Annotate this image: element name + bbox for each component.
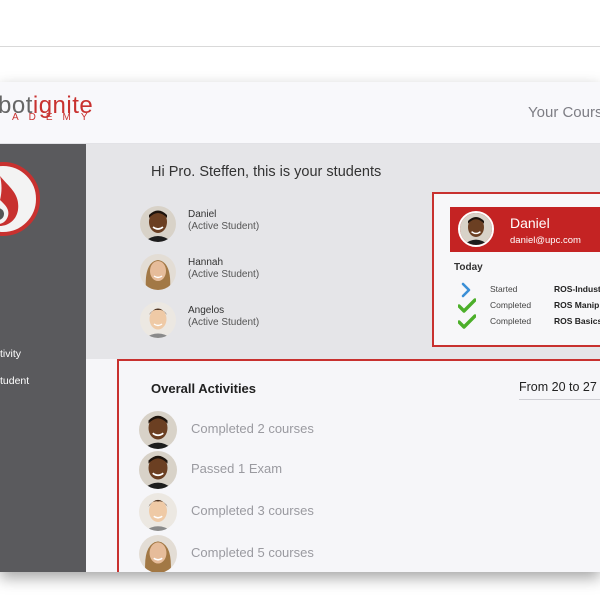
avatar xyxy=(139,451,177,489)
check-icon xyxy=(458,298,476,313)
list-item[interactable]: Completed 2 courses xyxy=(139,411,439,449)
student-name: Daniel xyxy=(188,209,217,220)
activity-text: Completed 3 courses xyxy=(191,503,314,518)
greeting-text: Hi Pro. Steffen, this is your students xyxy=(151,164,382,180)
student-item-angelos[interactable]: Angelos (Active Student) xyxy=(140,302,340,338)
student-detail-card: Daniel daniel@upc.com Today Started ROS-… xyxy=(432,192,600,347)
student-item-daniel[interactable]: Daniel (Active Student) xyxy=(140,206,340,242)
list-item[interactable]: Passed 1 Exam xyxy=(139,451,439,489)
student-status: (Active Student) xyxy=(188,269,260,280)
activity-text: Completed 2 courses xyxy=(191,421,314,436)
today-label: Today xyxy=(454,262,483,273)
avatar xyxy=(139,535,177,572)
list-item[interactable]: Completed 3 courses xyxy=(139,493,439,531)
list-item[interactable]: Completed 5 courses xyxy=(139,535,439,572)
activity-course: ROS Manip xyxy=(554,300,600,310)
detail-header[interactable]: Daniel daniel@upc.com xyxy=(450,207,600,252)
activity-text: Passed 1 Exam xyxy=(191,461,283,476)
top-header: botignite ADEMY Your Cours xyxy=(0,82,600,144)
activity-status: Started xyxy=(490,284,518,294)
avatar xyxy=(139,493,177,531)
date-range-selector[interactable]: From 20 to 27 ( xyxy=(519,380,600,394)
avatar xyxy=(458,211,494,247)
nav-your-courses[interactable]: Your Cours xyxy=(528,104,600,121)
student-name: Angelos xyxy=(188,305,225,316)
avatar xyxy=(140,302,176,338)
divider xyxy=(519,399,600,400)
detail-student-name: Daniel xyxy=(510,215,550,231)
student-status: (Active Student) xyxy=(188,317,260,328)
activity-row[interactable]: Completed ROS Manip xyxy=(458,298,600,314)
activity-row[interactable]: Completed ROS Basics xyxy=(458,314,600,330)
activity-text: Completed 5 courses xyxy=(191,545,314,560)
activity-row[interactable]: Started ROS-Industr xyxy=(458,282,600,298)
chevron-right-icon xyxy=(461,282,471,298)
overall-activities-panel: Overall Activities From 20 to 27 ( Compl… xyxy=(117,359,600,572)
student-item-hannah[interactable]: Hannah (Active Student) xyxy=(140,254,340,290)
activity-course: ROS-Industr xyxy=(554,284,600,294)
activity-status: Completed xyxy=(490,300,532,310)
check-icon xyxy=(458,314,476,329)
page: botignite ADEMY Your Cours tivity tudent… xyxy=(0,0,600,600)
activity-course: ROS Basics xyxy=(554,316,600,326)
sidebar-item-student[interactable]: tudent xyxy=(0,375,29,387)
overall-activities-title: Overall Activities xyxy=(151,381,257,396)
app-window: botignite ADEMY Your Cours tivity tudent… xyxy=(0,82,600,572)
profile-avatar[interactable] xyxy=(0,162,40,236)
sidebar-item-activity[interactable]: tivity xyxy=(0,348,21,360)
student-name: Hannah xyxy=(188,257,224,268)
logo-subtitle: ADEMY xyxy=(12,112,98,123)
divider xyxy=(0,46,600,47)
sidebar: tivity tudent xyxy=(0,144,86,572)
avatar xyxy=(139,411,177,449)
activity-status: Completed xyxy=(490,316,532,326)
student-status: (Active Student) xyxy=(188,221,260,232)
detail-student-email: daniel@upc.com xyxy=(510,235,581,246)
flame-logo-icon xyxy=(0,176,19,226)
avatar xyxy=(140,254,176,290)
avatar xyxy=(140,206,176,242)
